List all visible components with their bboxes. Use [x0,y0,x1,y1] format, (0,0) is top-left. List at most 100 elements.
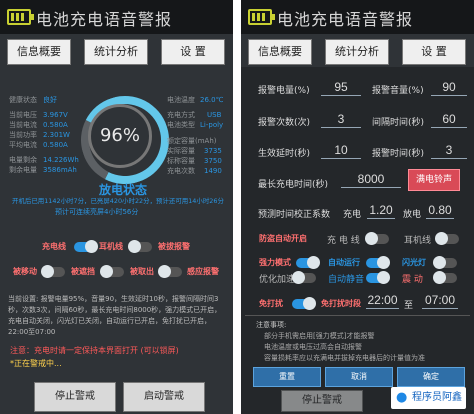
start-alarm-button[interactable]: 启动警戒 [123,382,205,412]
discharge-detail-1: 开机后已用1142小时7分，已亮屏420小时22分，预计还可用14小时26分 [12,197,224,205]
optimize-switch[interactable] [292,271,316,284]
alarm-count-input[interactable] [321,111,361,128]
current-value: 0.580A [43,121,68,129]
alarm-battery-input[interactable] [321,79,361,96]
tab-overview[interactable]: 信息概要 [7,39,71,65]
health-label: 健康状态 [9,96,37,104]
charge-count-label: 充电次数 [167,167,195,175]
current-label: 当前电流 [9,121,37,129]
notice-text: 注意：充电时请一定保持本界面打开 (可以锁屏) [10,346,179,355]
avg-current-label: 平均电流 [9,141,37,149]
tab-settings-right[interactable]: 设 置 [402,39,466,65]
temperature-value: 26.0℃ [200,96,224,104]
auto-mute-switch[interactable] [366,271,390,284]
earphone-wire-switch[interactable] [128,240,152,253]
charge-method-label: 充电方式 [167,111,195,119]
notes-title: 注意事项: [256,321,287,329]
tab-statistics[interactable]: 统计分析 [84,39,148,65]
discharge-factor-input[interactable] [426,202,454,219]
dnd-switch[interactable] [292,297,316,310]
dnd-to-label: 至 [404,301,414,311]
temperature-label: 电池温度 [167,96,195,104]
battery-percent: 96% [88,104,152,168]
dnd-start-input[interactable] [366,292,399,309]
remaining-value: 3586mAh [43,166,77,174]
alarm-count-label: 报警次数(次) [258,118,311,128]
left-screen: 电池充电语音警报 信息概要 统计分析 设 置 健康状态 良好 当前电压 3.96… [0,0,233,414]
strong-mode-switch[interactable] [296,256,320,269]
tab-settings[interactable]: 设 置 [161,39,225,65]
tab-bar: 信息概要 统计分析 设 置 [0,35,233,67]
dnd-label: 免打扰 [259,299,283,308]
note-2: 电池温度或电压过高会自动报警 [264,343,362,351]
interval-input[interactable] [431,111,467,128]
energy-value: 14.226Wh [43,156,79,164]
reset-button[interactable]: 重置 [253,367,321,387]
max-charge-input[interactable] [341,171,401,188]
confirm-button[interactable]: 确定 [397,367,465,387]
auto-mute-label: 自动静音 [328,275,365,285]
right-earphone-switch[interactable] [435,232,459,245]
app-titlebar-right: 电池充电语音警报 [241,0,474,34]
max-charge-label: 最长充电时间(秒) [258,180,329,190]
earphone-wire-label: 耳机线 [99,242,123,251]
tab-overview-right[interactable]: 信息概要 [248,39,312,65]
auto-run-label: 自动运行 [328,258,360,267]
current-settings-text: 当前设置: 报警电量95%，音量90，生效延时10秒，报警间隔时间3秒，次数3次… [8,295,222,336]
capacity-title: 额定容量(mAh) [167,137,217,145]
full-alarm-ringtone-button[interactable]: 满电铃声 [408,169,460,191]
app-title-right: 电池充电语音警报 [277,10,414,29]
power-label: 当前功率 [9,131,37,139]
anti-theft-auto-label: 防盗自动开启 [259,234,307,243]
stop-alarm-button[interactable]: 停止警戒 [34,382,116,412]
cancel-button[interactable]: 取消 [325,367,393,387]
battery-icon [7,9,34,25]
taken-out-switch[interactable] [158,265,182,278]
charge-wire-switch[interactable] [74,240,98,253]
discharge-detail-2: 预计可连续亮屏4小时56分 [55,208,139,216]
strong-mode-label: 强力模式 [259,258,291,267]
remaining-label: 剩余电量 [9,166,37,174]
sensor-alarm-label: 感应报警 [187,267,219,276]
charge-factor-input[interactable] [367,202,395,219]
battery-type-value: Li-poly [200,121,224,129]
rated-capacity-value: 3750 [204,157,222,165]
hidden-stop-alarm-button[interactable]: 停止警戒 [281,390,363,412]
app-title: 电池充电语音警报 [36,10,173,29]
right-earphone-label: 耳机线 [404,236,432,246]
dnd-end-input[interactable] [422,292,458,309]
tab-bar-right: 信息概要 统计分析 设 置 [241,35,474,67]
alarm-status-text: *正在警戒中... [10,359,62,368]
right-screen: 电池充电语音警报 信息概要 统计分析 设 置 报警电量(%) 报警音量(%) 报… [241,0,474,414]
note-3: 容量损耗率应以充满电并拔掉充电器后的计量值为准 [264,354,425,362]
effective-delay-label: 生效延时(秒) [258,149,311,159]
interval-label: 间隔时间(秒) [372,118,425,128]
moved-switch[interactable] [41,265,65,278]
charge-count-value: 1490 [204,167,222,175]
avg-current-value: 0.580A [43,141,68,149]
alarm-volume-input[interactable] [431,79,467,96]
rated-capacity-label: 标称容量 [167,157,195,165]
right-charge-wire-switch[interactable] [365,232,389,245]
alarm-time-input[interactable] [431,142,467,159]
dnd-period-label: 免打扰时段 [321,299,361,308]
charge-wire-label: 充电线 [42,242,66,251]
power-value: 2.301W [43,131,70,139]
voltage-label: 当前电压 [9,111,37,119]
effective-delay-input[interactable] [321,142,361,159]
battery-type-label: 电池类型 [167,121,195,129]
flashlight-switch[interactable] [433,256,457,269]
covered-label: 被遮挡 [71,267,95,276]
covered-switch[interactable] [100,265,124,278]
charge-factor-label: 充电 [343,210,362,220]
battery-icon-right [248,9,275,25]
watermark: 程序员阿鑫 [391,387,466,409]
taken-out-label: 被取出 [130,267,154,276]
health-value: 良好 [43,96,57,104]
actual-capacity-label: 实际容量 [167,147,195,155]
auto-run-switch[interactable] [366,256,390,269]
vibration-switch[interactable] [433,271,457,284]
flashlight-label: 闪光灯 [402,258,426,267]
tab-statistics-right[interactable]: 统计分析 [325,39,389,65]
energy-label: 电量剩余 [9,156,37,164]
